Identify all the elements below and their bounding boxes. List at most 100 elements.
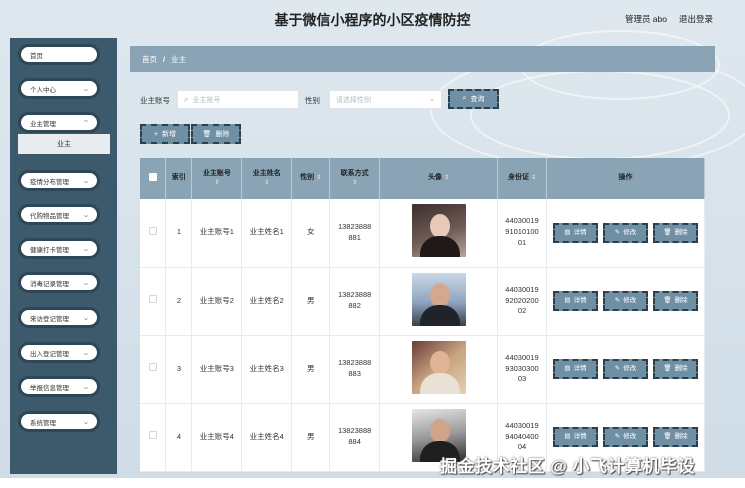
avatar	[411, 204, 466, 258]
detail-button[interactable]: ▤ 详情	[552, 359, 598, 379]
sidebar-item-home[interactable]: 首页	[18, 44, 100, 65]
table-row: 3 业主账号3 业主姓名3 男 13823888 883 44030019 9303…	[140, 335, 706, 404]
sidebar: 首页 个人中心 ⌄ 业主管理 ⌃ 业主 疫情分布管理 ⌄ 代购物品管理 ⌄ 健康打卡管理…	[10, 38, 117, 474]
sort-icon: ⇕	[316, 175, 322, 182]
batch-delete-button[interactable]: 🗑 删除	[191, 124, 241, 144]
chevron-down-icon: ⌄	[82, 211, 90, 219]
sidebar-item-purchase[interactable]: 代购物品管理 ⌄	[18, 204, 100, 225]
row-account: 业主账号1	[191, 199, 243, 268]
sidebar-item-access[interactable]: 出入登记管理 ⌄	[18, 342, 100, 363]
column-avatar: 头像 ⇕	[379, 158, 498, 199]
row-account: 业主账号2	[191, 267, 243, 336]
row-account: 业主账号3	[191, 335, 243, 404]
sort-icon: ⇕	[530, 175, 536, 182]
chevron-down-icon: ⌄	[82, 418, 90, 426]
chevron-down-icon: ⌄	[82, 383, 90, 391]
column-id-card[interactable]: 身份证 ⇕	[497, 158, 547, 199]
logout-link[interactable]: 退出登录	[679, 13, 713, 25]
document-icon: ▤	[564, 229, 571, 237]
plus-icon: +	[153, 130, 159, 138]
chevron-down-icon: ⌄	[82, 177, 90, 185]
watermark: 掘金技术社区 @ 小飞计算机毕设	[440, 457, 696, 476]
row-checkbox[interactable]	[148, 363, 157, 372]
top-bar: 基于微信小程序的小区疫情防控 管理员 abo 退出登录	[0, 0, 745, 36]
sidebar-item-epidemic[interactable]: 疫情分布管理 ⌄	[18, 170, 100, 191]
document-icon: ▤	[564, 297, 571, 305]
sidebar-item-system[interactable]: 系统管理 ⌄	[18, 411, 100, 432]
sidebar-item-disinfection[interactable]: 消毒记录管理 ⌄	[18, 272, 100, 293]
row-checkbox[interactable]	[148, 295, 157, 304]
column-account[interactable]: 业主账号 ⇕	[191, 158, 243, 199]
submenu-item-owner[interactable]: 业主	[18, 134, 110, 154]
trash-icon: 🗑	[663, 433, 672, 441]
sort-icon: ⇕	[444, 175, 450, 182]
delete-button[interactable]: 🗑 删除	[652, 359, 698, 379]
breadcrumb-current: 业主	[171, 54, 187, 64]
avatar	[411, 272, 466, 326]
column-gender[interactable]: 性别 ⇕	[291, 158, 331, 199]
sidebar-item-profile[interactable]: 个人中心 ⌄	[18, 78, 100, 99]
row-index: 4	[165, 403, 193, 472]
column-index: 索引	[165, 158, 193, 199]
detail-button[interactable]: ▤ 详情	[552, 222, 598, 243]
owner-table: 索引 业主账号 ⇕ 业主姓名 ⇕ 性别 ⇕ 联系方式 ⇕ 头像 ⇕ 身份证 ⇕ 操作 …	[140, 158, 706, 472]
column-phone[interactable]: 联系方式 ⇕	[329, 158, 381, 199]
sidebar-item-owner-management[interactable]: 业主管理 ⌃	[18, 112, 100, 133]
row-gender: 男	[291, 403, 331, 472]
row-name: 业主姓名3	[241, 335, 293, 404]
select-all-cell[interactable]	[140, 158, 167, 199]
row-gender: 男	[291, 267, 331, 336]
row-index: 2	[165, 267, 193, 336]
query-button[interactable]: ⌕ 查询	[448, 89, 499, 109]
row-name: 业主姓名1	[241, 199, 293, 268]
sort-icon: ⇕	[214, 180, 220, 187]
row-checkbox[interactable]	[148, 226, 157, 235]
search-icon: ⌕	[462, 95, 467, 102]
trash-icon: 🗑	[202, 131, 212, 138]
delete-button[interactable]: 🗑 删除	[652, 291, 698, 311]
delete-button[interactable]: 🗑 删除	[652, 427, 698, 447]
chevron-up-icon: ⌃	[82, 119, 90, 127]
breadcrumb-home[interactable]: 首页	[142, 54, 157, 65]
edit-button[interactable]: ✎ 修改	[602, 427, 648, 447]
row-index: 1	[165, 199, 193, 268]
gender-select[interactable]: 请选择性别 ⌄	[329, 90, 442, 109]
column-name[interactable]: 业主姓名 ⇕	[241, 158, 293, 199]
breadcrumb: 首页 / 业主	[130, 46, 715, 72]
sort-icon: ⇕	[352, 180, 358, 187]
document-icon: ▤	[564, 433, 571, 441]
detail-button[interactable]: ▤ 详情	[552, 291, 598, 311]
account-label: 业主账号	[140, 96, 170, 105]
row-phone: 13823888 881	[329, 199, 381, 268]
edit-button[interactable]: ✎ 修改	[602, 359, 648, 379]
chevron-down-icon: ⌄	[82, 349, 90, 357]
trash-icon: 🗑	[663, 297, 672, 305]
delete-button[interactable]: 🗑 删除	[652, 222, 698, 243]
avatar	[411, 340, 466, 394]
pencil-icon: ✎	[614, 365, 621, 373]
row-id-card: 44030019 93030300 03	[497, 335, 547, 404]
search-icon: ⌕	[184, 94, 189, 104]
chevron-down-icon: ⌄	[82, 279, 90, 287]
row-checkbox[interactable]	[148, 431, 157, 440]
chevron-down-icon: ⌄	[82, 245, 90, 253]
trash-icon: 🗑	[663, 365, 672, 373]
sidebar-item-report[interactable]: 举报信息管理 ⌄	[18, 376, 100, 397]
pencil-icon: ✎	[614, 433, 621, 441]
row-gender: 男	[291, 335, 331, 404]
chevron-down-icon: ⌄	[82, 85, 90, 93]
select-all-checkbox[interactable]	[148, 172, 157, 181]
admin-label: 管理员 abo	[624, 14, 667, 24]
sort-icon: ⇕	[264, 180, 270, 187]
sidebar-item-health-checkin[interactable]: 健康打卡管理 ⌄	[18, 238, 100, 259]
add-button[interactable]: + 新增	[140, 124, 190, 144]
account-search-input[interactable]: ⌕ 业主账号	[177, 90, 299, 109]
breadcrumb-separator: /	[163, 54, 166, 64]
detail-button[interactable]: ▤ 详情	[552, 427, 598, 447]
edit-button[interactable]: ✎ 修改	[602, 222, 648, 243]
sidebar-item-visitor[interactable]: 来访登记管理 ⌄	[18, 307, 100, 328]
row-id-card: 44030019 91010100 01	[497, 199, 547, 268]
edit-button[interactable]: ✎ 修改	[602, 291, 648, 311]
gender-label: 性别	[305, 96, 320, 105]
chevron-down-icon: ⌄	[429, 96, 435, 103]
